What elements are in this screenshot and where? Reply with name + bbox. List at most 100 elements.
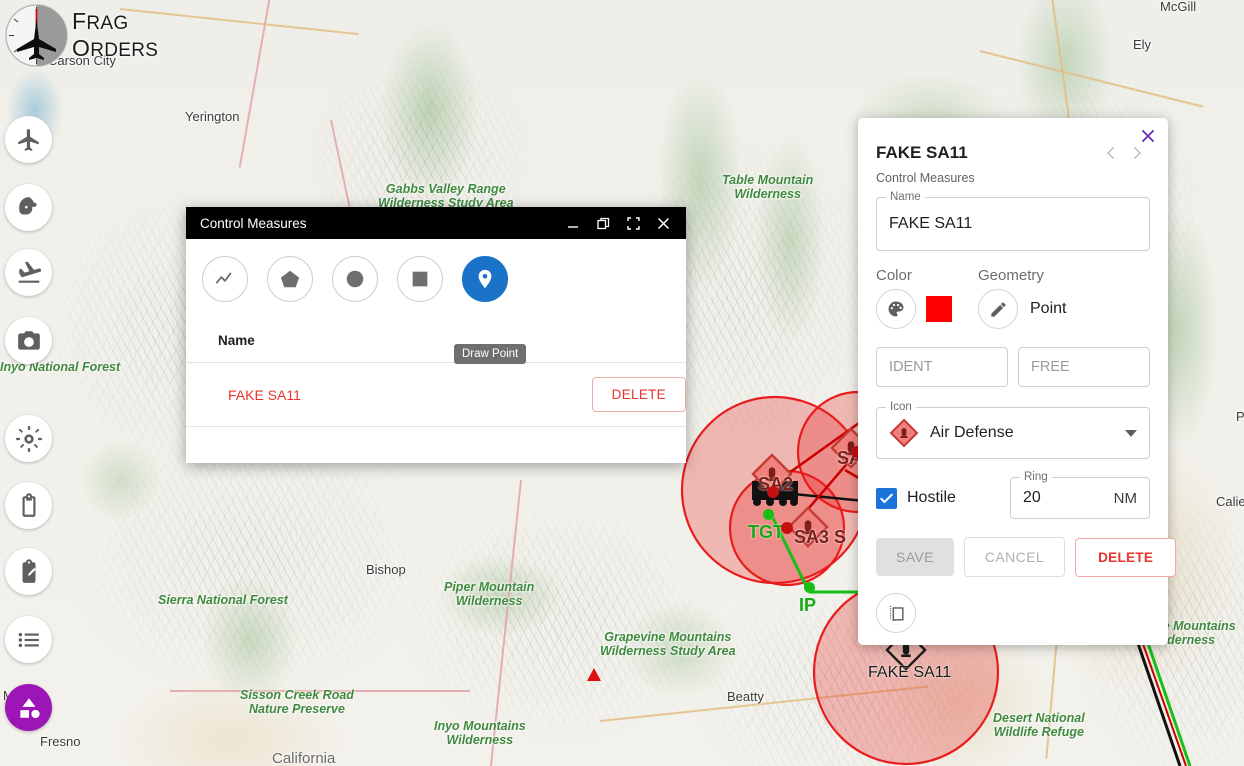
sidebar-item-center-map[interactable]	[5, 415, 52, 462]
control-measures-footer	[186, 427, 686, 463]
close-icon	[657, 217, 669, 229]
draw-line-button[interactable]	[202, 256, 248, 302]
color-swatch[interactable]	[926, 296, 952, 322]
panel-header: FAKE SA11	[858, 118, 1168, 166]
page-title: FAKE SA11	[876, 143, 968, 162]
ident-field-placeholder: IDENT	[889, 359, 933, 375]
clipboard-icon	[22, 492, 35, 517]
hostile-ring-row: Hostile Ring 20 NM	[876, 471, 1150, 519]
route-point-dot[interactable]	[804, 582, 815, 593]
ident-field[interactable]: IDENT	[876, 347, 1008, 387]
square-icon	[412, 271, 428, 287]
shape-tool-bar: Draw Point	[186, 239, 686, 364]
ring-field-legend: Ring	[1020, 471, 1052, 483]
ring-field-value: 20	[1023, 489, 1041, 506]
palette-icon	[888, 301, 904, 317]
color-picker-button[interactable]	[876, 289, 916, 329]
hostile-label: Hostile	[907, 489, 956, 506]
route-point-label: TGT	[748, 522, 784, 542]
control-measures-title: Control Measures	[200, 215, 307, 231]
checkmark-icon	[880, 493, 893, 503]
route-point-label: IP	[799, 595, 817, 615]
prev-item-button[interactable]	[1098, 140, 1124, 166]
draw-point-tooltip: Draw Point	[454, 344, 527, 364]
control-measures-titlebar[interactable]: Control Measures	[186, 207, 686, 239]
clipboard-pencil-icon	[22, 558, 36, 583]
icon-select-value: Air Defense	[930, 424, 1014, 441]
sidebar-item-briefing[interactable]	[5, 482, 52, 529]
map-unit-label: SA3 S	[794, 527, 847, 547]
sidebar-item-imagery[interactable]	[5, 317, 52, 364]
brand-title: FRAG ORDERS	[72, 8, 158, 61]
threat-emitter-dot	[767, 486, 779, 498]
color-geometry-row: Color Geometry Point	[858, 251, 1168, 329]
camera-icon	[17, 330, 40, 350]
threat-emitter-dot	[781, 522, 793, 534]
brand-line-1: FRAG	[72, 8, 129, 34]
control-measure-detail-panel[interactable]: FAKE SA11 Control Measures Name FAKE SA1…	[858, 118, 1177, 645]
duplicate-icon	[889, 605, 904, 621]
geometry-value: Point	[1030, 300, 1067, 317]
save-button[interactable]: SAVE	[876, 538, 954, 576]
delete-button[interactable]: DELETE	[1075, 537, 1177, 577]
color-label: Color	[876, 267, 912, 284]
icon-select[interactable]: Icon Air Defense	[876, 401, 1150, 459]
pentagon-icon	[280, 270, 300, 288]
panel-close-button[interactable]	[1136, 124, 1160, 148]
airplane-icon	[17, 128, 39, 151]
fullscreen-icon	[626, 216, 640, 230]
jet-compass-logo-icon	[6, 5, 67, 66]
table-row[interactable]: FAKE SA11 DELETE	[186, 363, 686, 427]
free-field[interactable]: FREE	[1018, 347, 1150, 387]
draw-polygon-button[interactable]	[267, 256, 313, 302]
shapes-icon	[19, 697, 40, 718]
map-road	[170, 690, 470, 692]
geometry-group: Geometry Point	[978, 267, 1066, 329]
route-point-dot[interactable]	[763, 509, 774, 520]
hostile-checkbox[interactable]	[876, 487, 897, 509]
duplicate-button[interactable]	[876, 593, 916, 633]
minimize-icon	[568, 226, 578, 228]
control-measures-column-name: Name	[186, 319, 686, 363]
control-measures-window[interactable]: Control Measures Draw Point Name FAKE SA…	[186, 207, 686, 463]
sidebar-item-landing[interactable]	[5, 249, 52, 296]
list-icon	[18, 632, 39, 647]
sidebar-item-pilot[interactable]	[5, 184, 52, 231]
panel-subtitle: Control Measures	[876, 171, 975, 185]
name-field[interactable]: Name FAKE SA11	[876, 191, 1150, 251]
chevron-left-icon	[1107, 147, 1114, 159]
pencil-icon	[990, 301, 1006, 317]
name-field-value: FAKE SA11	[889, 215, 973, 232]
edit-geometry-button[interactable]	[978, 289, 1018, 329]
crosshair-target-icon	[15, 425, 42, 452]
close-icon	[1142, 130, 1154, 142]
draw-point-button[interactable]	[462, 256, 508, 302]
air-defense-diamond-icon	[889, 418, 919, 448]
sidebar-item-control-measures[interactable]	[5, 684, 52, 731]
geometry-label: Geometry	[978, 267, 1044, 284]
fullscreen-button[interactable]	[618, 209, 648, 237]
map-unit-label: FAKE SA11	[868, 664, 952, 681]
sidebar-item-list[interactable]	[5, 616, 52, 663]
icon-field-legend: Icon	[886, 401, 916, 413]
pilot-helmet-icon	[18, 196, 37, 214]
draw-rectangle-button[interactable]	[397, 256, 443, 302]
close-window-button[interactable]	[648, 209, 678, 237]
sidebar-item-edit-briefing[interactable]	[5, 548, 52, 595]
free-field-placeholder: FREE	[1031, 359, 1070, 375]
frag-orders-app: Carson City Yerington Ely McGill Bishop Beatt…	[0, 0, 1244, 766]
table-cell-name: FAKE SA11	[228, 386, 301, 403]
circle-icon	[346, 270, 364, 288]
app-logo[interactable]	[5, 4, 68, 67]
cancel-button[interactable]: CANCEL	[963, 537, 1066, 577]
restore-button[interactable]	[588, 209, 618, 237]
name-field-legend: Name	[886, 191, 925, 203]
sidebar-item-aircraft[interactable]	[5, 116, 52, 163]
polyline-icon	[215, 272, 232, 284]
chevron-right-icon	[1134, 147, 1141, 159]
draw-circle-button[interactable]	[332, 256, 378, 302]
ring-field[interactable]: Ring 20 NM	[1010, 471, 1150, 519]
minimize-button[interactable]	[558, 209, 588, 237]
chevron-down-icon	[1125, 429, 1137, 437]
row-delete-button[interactable]: DELETE	[591, 377, 686, 412]
